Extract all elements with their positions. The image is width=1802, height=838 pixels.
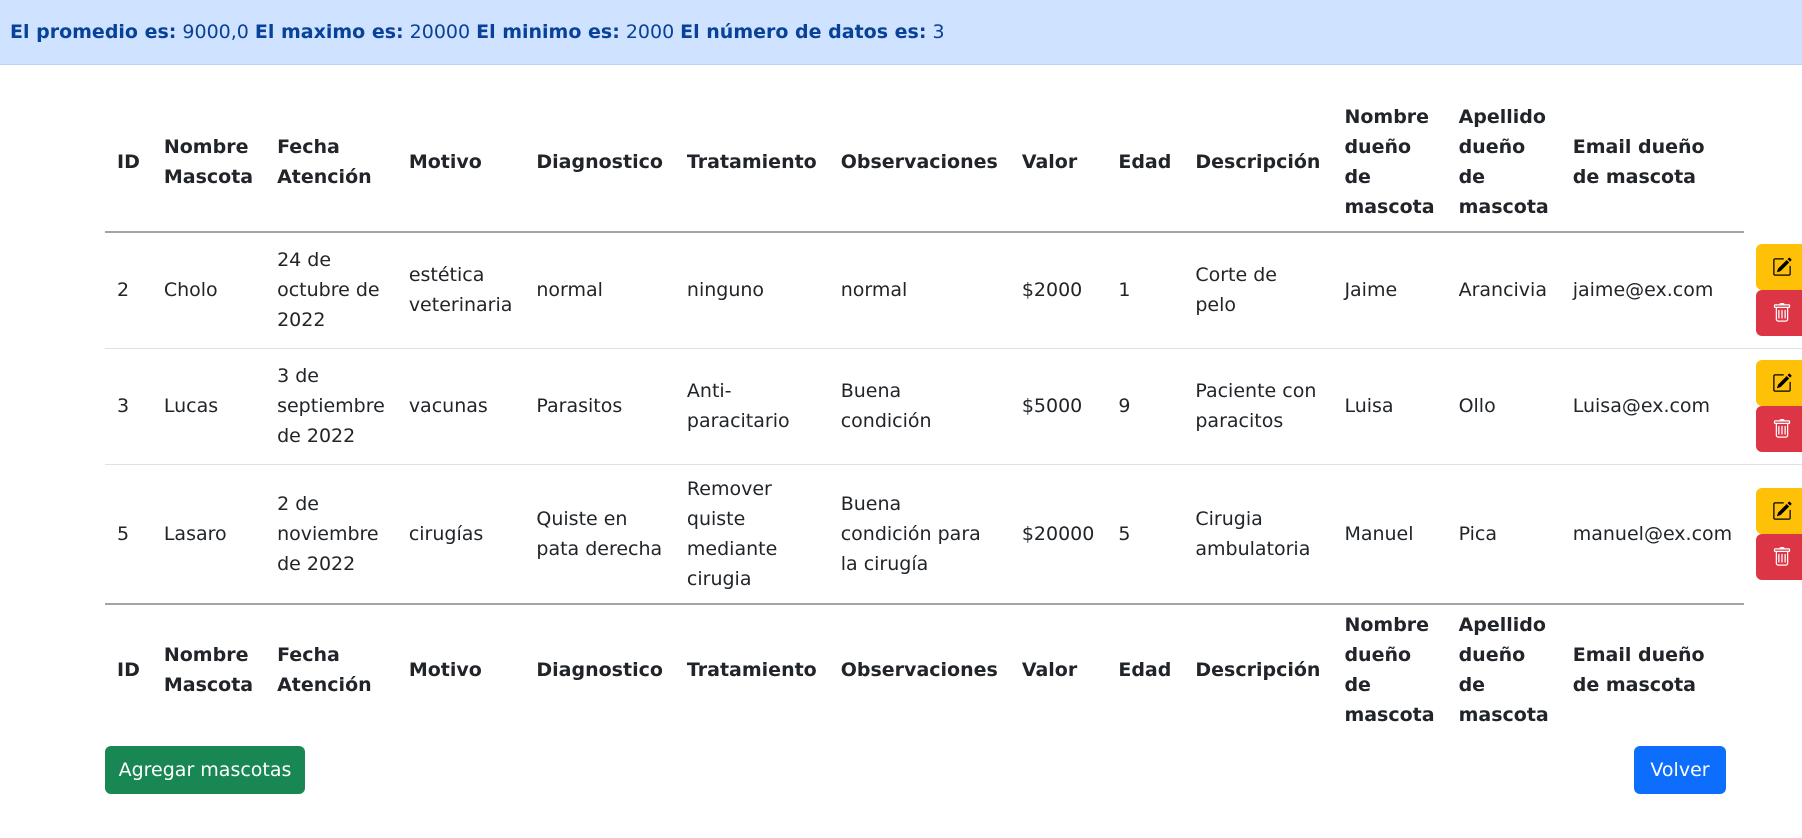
cell-description: Paciente con paracitos	[1183, 348, 1333, 465]
actions-footer	[1744, 604, 1802, 734]
cell-diagnosis: Quiste en pata derecha	[536, 507, 663, 560]
cell-diagnosis: normal	[524, 232, 675, 349]
trash-icon	[1774, 302, 1791, 322]
cell-age: 1	[1106, 232, 1184, 349]
column-footer: Nombre Mascota	[151, 603, 266, 734]
cell-description: Cirugia ambulatoria	[1195, 507, 1311, 560]
average-label: El promedio es:	[10, 21, 177, 43]
cell-value: $5000	[1009, 348, 1107, 465]
cell-observations: Buena condición	[828, 348, 1010, 465]
max-value: 20000	[409, 21, 471, 43]
cell-id: 2	[105, 232, 152, 349]
column-footer: Diagnostico	[524, 603, 675, 734]
row-actions	[1744, 464, 1802, 604]
cell-owner-name: Luisa	[1332, 348, 1447, 465]
cell-treatment: Anti-paracitario	[674, 348, 829, 465]
delete-button[interactable]	[1756, 534, 1802, 581]
column-footer: Observaciones	[828, 603, 1010, 734]
actions-header	[1744, 92, 1802, 232]
cell-age: 5	[1118, 522, 1131, 545]
cell-owner-email: Luisa@ex.com	[1560, 348, 1745, 465]
cell-pet-name: Cholo	[151, 232, 266, 349]
trash-icon	[1774, 547, 1791, 566]
column-header: Nombre Mascota	[151, 92, 266, 233]
cell-owner-lastname: Pica	[1458, 522, 1497, 545]
pencil-square-icon	[1773, 501, 1792, 520]
row-actions	[1744, 232, 1802, 349]
edit-button[interactable]	[1756, 243, 1802, 290]
min-value: 2000	[625, 21, 675, 43]
column-header: ID	[105, 92, 152, 233]
pencil-square-icon	[1773, 373, 1792, 392]
column-header: Valor	[1009, 92, 1107, 233]
cell-diagnosis: Parasitos	[524, 348, 675, 465]
cell-id: 5	[117, 522, 130, 545]
column-footer: Nombre dueño de mascota	[1332, 603, 1447, 734]
stats-bar: El promedio es: 9000,0 El maximo es: 200…	[0, 0, 1802, 65]
cell-date: 3 de septiembre de 2022	[265, 348, 397, 465]
column-footer: Email dueño de mascota	[1560, 603, 1745, 734]
cell-age: 9	[1106, 348, 1184, 465]
table-row: 2 Cholo 24 de octubre de 2022 estética v…	[105, 232, 1802, 349]
cell-pet-name: Lasaro	[163, 522, 227, 545]
cell-owner-lastname: Arancivia	[1446, 232, 1561, 349]
column-header: Apellido dueño de mascota	[1446, 92, 1561, 233]
cell-reason: estética veterinaria	[396, 232, 525, 349]
cell-owner-email: jaime@ex.com	[1560, 232, 1745, 349]
count-value: 3	[932, 21, 945, 43]
column-header: Edad	[1106, 92, 1184, 233]
cell-reason: vacunas	[396, 348, 525, 465]
cell-date: 2 de noviembre de 2022	[277, 492, 379, 575]
average-value: 9000,0	[182, 21, 249, 43]
delete-button[interactable]	[1756, 289, 1802, 336]
cell-pet-name: Lucas	[151, 348, 266, 465]
column-footer: Valor	[1009, 603, 1107, 734]
column-footer: Apellido dueño de mascota	[1446, 603, 1561, 734]
column-header: Email dueño de mascota	[1560, 92, 1745, 233]
max-label: El maximo es:	[254, 21, 404, 43]
column-header: Nombre dueño de mascota	[1332, 92, 1447, 233]
table-row: 3 Lucas 3 de septiembre de 2022 vacunas …	[105, 348, 1802, 465]
table-row: 5 Lasaro 2 de noviembre de 2022 cirugías…	[105, 464, 1802, 604]
column-header: Tratamiento	[674, 92, 829, 233]
column-header: Diagnostico	[524, 92, 675, 233]
cell-id: 3	[105, 348, 152, 465]
cell-value: $2000	[1009, 232, 1107, 349]
table-header-row: ID Nombre Mascota Fecha Atención Motivo …	[105, 92, 1802, 233]
edit-button[interactable]	[1756, 360, 1802, 406]
cell-description: Corte de pelo	[1183, 232, 1333, 349]
column-footer: Motivo	[396, 603, 525, 734]
cell-observations: normal	[828, 232, 1010, 349]
trash-icon	[1774, 419, 1791, 438]
min-label: El minimo es:	[476, 21, 620, 43]
count-label: El número de datos es:	[680, 21, 927, 43]
back-button[interactable]: Volver	[1634, 746, 1726, 794]
column-footer: Tratamiento	[674, 603, 829, 734]
column-header: Fecha Atención	[265, 92, 397, 233]
cell-treatment: ninguno	[674, 232, 829, 349]
cell-owner-email: manuel@ex.com	[1572, 522, 1733, 545]
edit-button[interactable]	[1756, 488, 1802, 535]
cell-treatment: Remover quiste mediante cirugia	[686, 477, 778, 590]
column-footer: Descripción	[1183, 603, 1333, 734]
row-actions	[1744, 348, 1802, 465]
cell-date: 24 de octubre de 2022	[265, 232, 397, 349]
cell-value: $20000	[1021, 522, 1095, 545]
column-footer: Fecha Atención	[265, 603, 397, 734]
pencil-square-icon	[1773, 257, 1792, 276]
cell-owner-name: Jaime	[1332, 232, 1447, 349]
add-pets-button[interactable]: Agregar mascotas	[105, 746, 305, 794]
cell-owner-lastname: Ollo	[1446, 348, 1561, 465]
cell-reason: cirugías	[408, 522, 484, 545]
delete-button[interactable]	[1756, 406, 1802, 452]
column-footer: Edad	[1106, 603, 1184, 734]
cell-owner-name: Manuel	[1344, 522, 1414, 545]
column-header: Motivo	[396, 92, 525, 233]
column-footer: ID	[105, 603, 152, 734]
column-header: Observaciones	[828, 92, 1010, 233]
attention-table: ID Nombre Mascota Fecha Atención Motivo …	[105, 92, 1802, 734]
table-footer-row: ID Nombre Mascota Fecha Atención Motivo …	[105, 603, 1802, 734]
cell-observations: Buena condición para la cirugía	[840, 492, 981, 575]
column-header: Descripción	[1183, 92, 1333, 233]
